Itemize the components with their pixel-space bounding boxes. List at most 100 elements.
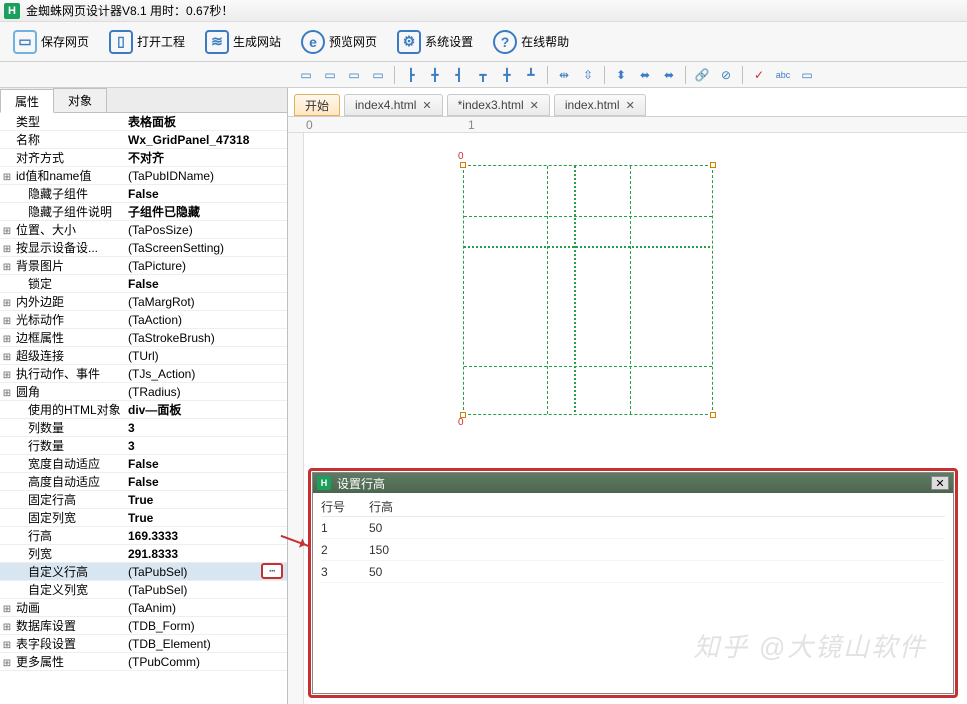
check-tool-icon[interactable]: ✓ — [749, 65, 769, 85]
property-value[interactable]: False — [124, 455, 287, 472]
property-row[interactable]: 表字段设置(TDB_Element) — [0, 635, 287, 653]
property-row[interactable]: 更多属性(TPubComm) — [0, 653, 287, 671]
property-grid[interactable]: 类型表格面板名称Wx_GridPanel_47318对齐方式不对齐id值和nam… — [0, 112, 287, 704]
expand-icon[interactable] — [0, 635, 14, 652]
expand-icon[interactable] — [0, 653, 14, 670]
property-row[interactable]: 动画(TaAnim) — [0, 599, 287, 617]
tab-start[interactable]: 开始 — [294, 94, 340, 116]
property-value[interactable]: 表格面板 — [124, 113, 287, 130]
property-value[interactable]: (TDB_Element) — [124, 635, 287, 652]
align-tool-1[interactable]: ▭ — [296, 65, 316, 85]
property-row[interactable]: 行数量3 — [0, 437, 287, 455]
property-row[interactable]: 隐藏子组件False — [0, 185, 287, 203]
tab-index[interactable]: index.html✕ — [554, 94, 646, 116]
property-value[interactable]: (TaPubSel) — [124, 581, 287, 598]
property-row[interactable]: 自定义行高(TaPubSel)··· — [0, 563, 287, 581]
expand-icon[interactable] — [0, 617, 14, 634]
size-tool-3[interactable]: ⬌ — [659, 65, 679, 85]
property-row[interactable]: 使用的HTML对象div—面板 — [0, 401, 287, 419]
align-bottom-icon[interactable]: ┻ — [521, 65, 541, 85]
property-value[interactable]: (TJs_Action) — [124, 365, 287, 382]
close-icon[interactable]: ✕ — [626, 99, 635, 112]
tab-attributes[interactable]: 属性 — [0, 89, 54, 113]
preview-page-button[interactable]: e 预览网页 — [292, 25, 386, 59]
property-value[interactable]: False — [124, 275, 287, 292]
resize-handle[interactable] — [460, 412, 466, 418]
align-tool-3[interactable]: ▭ — [344, 65, 364, 85]
resize-handle[interactable] — [460, 162, 466, 168]
row-height-cell[interactable]: 50 — [369, 565, 449, 579]
expand-icon[interactable] — [0, 383, 14, 400]
property-row[interactable]: 列宽291.8333 — [0, 545, 287, 563]
grid-panel-component[interactable] — [463, 165, 713, 415]
property-value[interactable]: (TaMargRot) — [124, 293, 287, 310]
expand-icon[interactable] — [0, 239, 14, 256]
expand-icon[interactable] — [0, 599, 14, 616]
property-value[interactable]: (TaAnim) — [124, 599, 287, 616]
property-row[interactable]: 光标动作(TaAction) — [0, 311, 287, 329]
property-row[interactable]: 隐藏子组件说明子组件已隐藏 — [0, 203, 287, 221]
property-value[interactable]: 291.8333 — [124, 545, 287, 562]
property-row[interactable]: 固定列宽True — [0, 509, 287, 527]
expand-icon[interactable] — [0, 293, 14, 310]
size-tool-2[interactable]: ⬌ — [635, 65, 655, 85]
property-row[interactable]: id值和name值(TaPubIDName) — [0, 167, 287, 185]
tab-index4[interactable]: index4.html✕ — [344, 94, 443, 116]
dialog-data-row[interactable]: 350 — [321, 561, 945, 583]
resize-handle[interactable] — [710, 162, 716, 168]
resize-handle[interactable] — [710, 412, 716, 418]
row-height-dialog[interactable]: H 设置行高 ✕ 行号 行高 1502150350 — [312, 472, 954, 694]
property-row[interactable]: 类型表格面板 — [0, 113, 287, 131]
align-left-icon[interactable]: ┣ — [401, 65, 421, 85]
unlink-icon[interactable]: ⊘ — [716, 65, 736, 85]
property-value[interactable]: Wx_GridPanel_47318 — [124, 131, 287, 148]
property-value[interactable]: 不对齐 — [124, 149, 287, 166]
property-value[interactable]: False — [124, 473, 287, 490]
expand-icon[interactable] — [0, 347, 14, 364]
system-settings-button[interactable]: ⚙ 系统设置 — [388, 25, 482, 59]
property-row[interactable]: 对齐方式不对齐 — [0, 149, 287, 167]
expand-icon[interactable] — [0, 365, 14, 382]
align-tool-2[interactable]: ▭ — [320, 65, 340, 85]
expand-icon[interactable] — [0, 311, 14, 328]
property-row[interactable]: 高度自动适应False — [0, 473, 287, 491]
property-row[interactable]: 边框属性(TaStrokeBrush) — [0, 329, 287, 347]
property-value[interactable]: (TaScreenSetting) — [124, 239, 287, 256]
property-value[interactable]: (TaPubSel) — [124, 563, 261, 580]
property-value[interactable]: True — [124, 491, 287, 508]
property-row[interactable]: 锁定False — [0, 275, 287, 293]
expand-icon[interactable] — [0, 257, 14, 274]
property-value[interactable]: 3 — [124, 437, 287, 454]
align-top-icon[interactable]: ┳ — [473, 65, 493, 85]
property-value[interactable]: (TaAction) — [124, 311, 287, 328]
property-row[interactable]: 背景图片(TaPicture) — [0, 257, 287, 275]
align-tool-4[interactable]: ▭ — [368, 65, 388, 85]
property-value[interactable]: 169.3333 — [124, 527, 287, 544]
link-icon[interactable]: 🔗 — [692, 65, 712, 85]
property-value[interactable]: (TRadius) — [124, 383, 287, 400]
size-tool-1[interactable]: ⬍ — [611, 65, 631, 85]
property-value[interactable]: div—面板 — [124, 401, 287, 418]
align-middle-icon[interactable]: ╋ — [497, 65, 517, 85]
property-value[interactable]: (TaPicture) — [124, 257, 287, 274]
property-value[interactable]: (TDB_Form) — [124, 617, 287, 634]
close-icon[interactable]: ✕ — [530, 99, 539, 112]
property-row[interactable]: 内外边距(TaMargRot) — [0, 293, 287, 311]
property-row[interactable]: 按显示设备设...(TaScreenSetting) — [0, 239, 287, 257]
save-page-button[interactable]: ▭ 保存网页 — [4, 25, 98, 59]
expand-icon[interactable] — [0, 221, 14, 238]
property-value[interactable]: (TPubComm) — [124, 653, 287, 670]
extra-tool-icon[interactable]: ▭ — [797, 65, 817, 85]
property-value[interactable]: True — [124, 509, 287, 526]
row-height-cell[interactable]: 150 — [369, 543, 449, 557]
align-center-icon[interactable]: ╋ — [425, 65, 445, 85]
tab-objects[interactable]: 对象 — [53, 88, 107, 112]
close-icon[interactable]: ✕ — [422, 99, 431, 112]
property-row[interactable]: 执行动作、事件(TJs_Action) — [0, 365, 287, 383]
ellipsis-button[interactable]: ··· — [261, 563, 283, 579]
expand-icon[interactable] — [0, 167, 14, 184]
property-row[interactable]: 自定义列宽(TaPubSel) — [0, 581, 287, 599]
property-row[interactable]: 宽度自动适应False — [0, 455, 287, 473]
dialog-data-row[interactable]: 2150 — [321, 539, 945, 561]
abc-tool-icon[interactable]: abc — [773, 65, 793, 85]
